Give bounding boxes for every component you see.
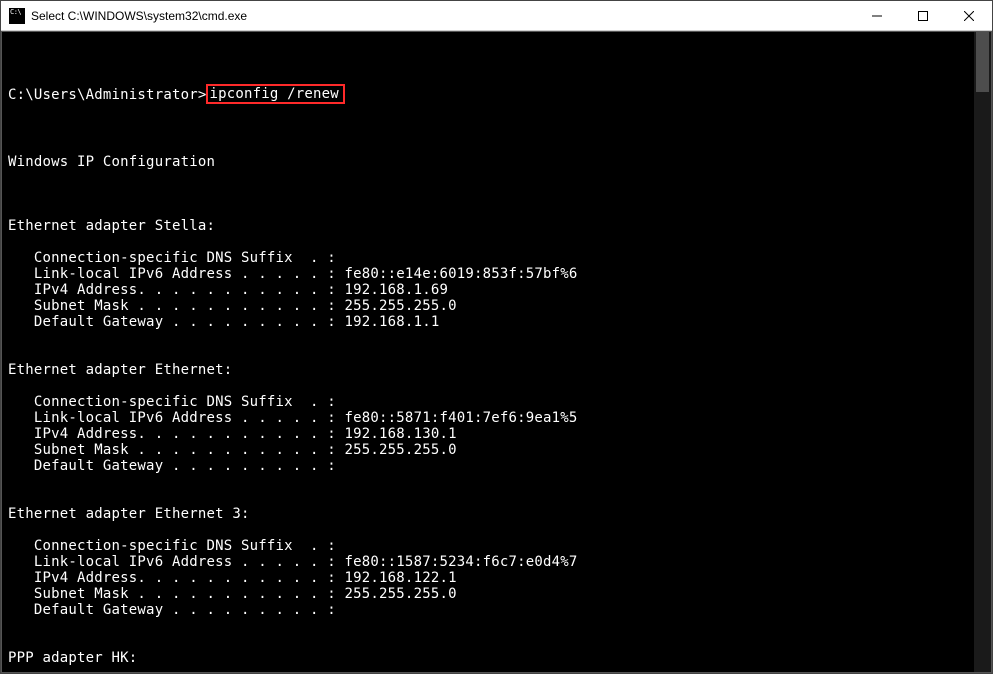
kv-label: Connection-specific DNS Suffix . : — [8, 538, 336, 554]
kv-value: 192.168.1.69 — [336, 282, 448, 298]
adapter-line: IPv4 Address. . . . . . . . . . . : 192.… — [8, 426, 968, 442]
blank-line — [8, 474, 968, 490]
cmd-window: Select C:\WINDOWS\system32\cmd.exe C:\Us… — [0, 0, 993, 674]
adapter-line: IPv4 Address. . . . . . . . . . . : 192.… — [8, 570, 968, 586]
cmd-icon — [9, 8, 25, 24]
blank-line — [8, 330, 968, 346]
terminal-area[interactable]: C:\Users\Administrator>ipconfig /renew W… — [1, 31, 992, 673]
adapter-line: Subnet Mask . . . . . . . . . . . : 255.… — [8, 586, 968, 602]
command-line: C:\Users\Administrator>ipconfig /renew — [8, 84, 968, 106]
kv-value: fe80::e14e:6019:853f:57bf%6 — [336, 266, 578, 282]
window-controls — [854, 1, 992, 30]
minimize-button[interactable] — [854, 1, 900, 30]
kv-label: Default Gateway . . . . . . . . . : — [8, 314, 336, 330]
blank-line — [8, 202, 968, 218]
blank-line — [8, 346, 968, 362]
kv-value: 192.168.130.1 — [336, 426, 457, 442]
kv-value: fe80::1587:5234:f6c7:e0d4%7 — [336, 554, 578, 570]
kv-value: fe80::5871:f401:7ef6:9ea1%5 — [336, 410, 578, 426]
adapter-line: Connection-specific DNS Suffix . : — [8, 250, 968, 266]
adapter-line: Link-local IPv6 Address . . . . . : fe80… — [8, 266, 968, 282]
terminal-content[interactable]: C:\Users\Administrator>ipconfig /renew W… — [2, 32, 974, 672]
blank-line — [8, 666, 968, 673]
adapter-line: Connection-specific DNS Suffix . : — [8, 394, 968, 410]
adapter-line: Subnet Mask . . . . . . . . . . . : 255.… — [8, 442, 968, 458]
adapter-line: IPv4 Address. . . . . . . . . . . : 192.… — [8, 282, 968, 298]
kv-value: 192.168.122.1 — [336, 570, 457, 586]
maximize-button[interactable] — [900, 1, 946, 30]
adapter-line: Link-local IPv6 Address . . . . . : fe80… — [8, 410, 968, 426]
kv-label: Default Gateway . . . . . . . . . : — [8, 458, 336, 474]
kv-label: Link-local IPv6 Address . . . . . : — [8, 266, 336, 282]
blank-line — [8, 186, 968, 202]
blank-line — [8, 234, 968, 250]
adapter-line: Default Gateway . . . . . . . . . : — [8, 602, 968, 618]
scrollbar-thumb[interactable] — [976, 32, 989, 92]
kv-value: 255.255.255.0 — [336, 298, 457, 314]
kv-label: Default Gateway . . . . . . . . . : — [8, 602, 336, 618]
kv-value: 255.255.255.0 — [336, 442, 457, 458]
window-title: Select C:\WINDOWS\system32\cmd.exe — [31, 9, 854, 23]
kv-label: IPv4 Address. . . . . . . . . . . : — [8, 282, 336, 298]
kv-label: Subnet Mask . . . . . . . . . . . : — [8, 586, 336, 602]
kv-value: 192.168.1.1 — [336, 314, 440, 330]
blank-line — [8, 522, 968, 538]
adapter-line: Default Gateway . . . . . . . . . : — [8, 458, 968, 474]
adapter-line: Link-local IPv6 Address . . . . . : fe80… — [8, 554, 968, 570]
titlebar[interactable]: Select C:\WINDOWS\system32\cmd.exe — [1, 1, 992, 31]
prompt-path: C:\Users\Administrator> — [8, 84, 206, 103]
close-button[interactable] — [946, 1, 992, 30]
kv-value: 255.255.255.0 — [336, 586, 457, 602]
blank-line — [8, 490, 968, 506]
adapter-title: Ethernet adapter Stella: — [8, 218, 968, 234]
adapter-title: PPP adapter HK: — [8, 650, 968, 666]
blank-line — [8, 52, 968, 68]
kv-label: Subnet Mask . . . . . . . . . . . : — [8, 298, 336, 314]
blank-line — [8, 634, 968, 650]
blank-line — [8, 618, 968, 634]
adapter-title: Ethernet adapter Ethernet 3: — [8, 506, 968, 522]
kv-label: IPv4 Address. . . . . . . . . . . : — [8, 570, 336, 586]
command-highlight: ipconfig /renew — [206, 84, 344, 104]
scrollbar-track[interactable] — [974, 32, 991, 672]
blank-line — [8, 378, 968, 394]
kv-label: Subnet Mask . . . . . . . . . . . : — [8, 442, 336, 458]
adapter-line: Default Gateway . . . . . . . . . : 192.… — [8, 314, 968, 330]
kv-label: Link-local IPv6 Address . . . . . : — [8, 554, 336, 570]
adapter-line: Connection-specific DNS Suffix . : — [8, 538, 968, 554]
kv-label: Connection-specific DNS Suffix . : — [8, 250, 336, 266]
kv-label: Link-local IPv6 Address . . . . . : — [8, 410, 336, 426]
adapter-line: Subnet Mask . . . . . . . . . . . : 255.… — [8, 298, 968, 314]
kv-label: Connection-specific DNS Suffix . : — [8, 394, 336, 410]
kv-label: IPv4 Address. . . . . . . . . . . : — [8, 426, 336, 442]
blank-line — [8, 122, 968, 138]
adapter-title: Ethernet adapter Ethernet: — [8, 362, 968, 378]
config-title: Windows IP Configuration — [8, 154, 968, 170]
